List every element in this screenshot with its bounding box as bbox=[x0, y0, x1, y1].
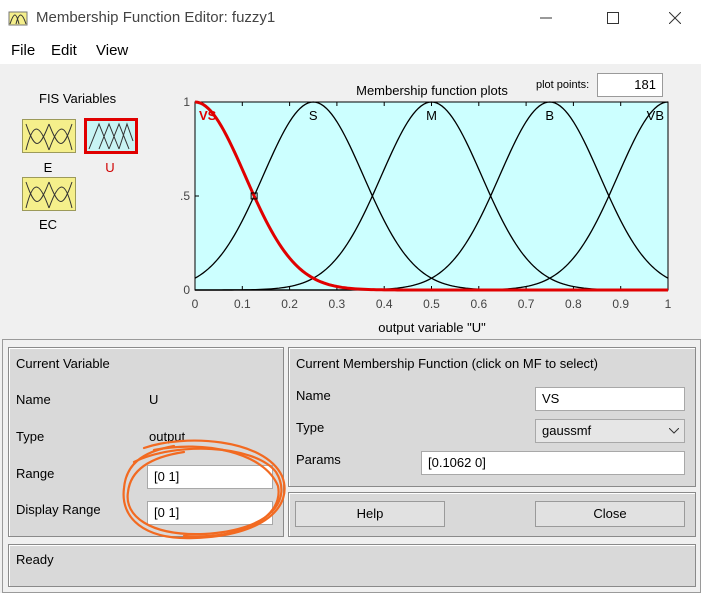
x-tick-label: 0.5 bbox=[423, 297, 440, 311]
mf-label-vs[interactable]: VS bbox=[199, 108, 217, 123]
mf-label-s[interactable]: S bbox=[309, 108, 318, 123]
mf-name-label: Name bbox=[296, 388, 331, 403]
annotation-circle bbox=[122, 439, 286, 540]
x-tick-label: 0.6 bbox=[470, 297, 487, 311]
matlab-app-icon bbox=[8, 8, 28, 28]
params-input[interactable]: [0.1062 0] bbox=[421, 451, 685, 475]
help-button[interactable]: Help bbox=[295, 501, 445, 527]
mf-type-value: gaussmf bbox=[542, 423, 592, 438]
y-tick-label: 0 bbox=[183, 283, 190, 297]
params-label: Params bbox=[296, 452, 341, 467]
variable-e-label: E bbox=[43, 160, 53, 175]
x-axis-label: output variable "U" bbox=[378, 320, 486, 335]
minimize-icon[interactable] bbox=[523, 0, 569, 36]
mf-shape-icon bbox=[25, 123, 73, 151]
membership-function-plot[interactable]: Membership function plots 0 0.1 0.2 0.3 0.4 0… bbox=[180, 72, 690, 340]
variable-u-box[interactable] bbox=[84, 118, 138, 154]
close-icon[interactable] bbox=[652, 0, 698, 36]
mf-shape-icon bbox=[88, 122, 134, 150]
mf-type-label: Type bbox=[296, 420, 325, 435]
current-variable-title: Current Variable bbox=[16, 356, 110, 371]
x-tick-label: 0.8 bbox=[565, 297, 582, 311]
x-tick-label: 0.2 bbox=[281, 297, 298, 311]
y-tick-label: 0.5 bbox=[180, 189, 190, 203]
plot-title: Membership function plots bbox=[356, 83, 508, 98]
x-tick-label: 0.9 bbox=[612, 297, 629, 311]
status-text: Ready bbox=[16, 552, 54, 567]
fis-variables-title: FIS Variables bbox=[39, 91, 117, 106]
chevron-down-icon[interactable] bbox=[665, 421, 683, 441]
variable-e-box[interactable] bbox=[22, 119, 76, 153]
menu-edit[interactable]: Edit bbox=[51, 42, 77, 59]
x-tick-label: 0.4 bbox=[376, 297, 393, 311]
x-tick-label: 0.3 bbox=[329, 297, 346, 311]
plot-area[interactable] bbox=[194, 101, 669, 291]
window-title: Membership Function Editor: fuzzy1 bbox=[36, 9, 276, 26]
mf-label-vb[interactable]: VB bbox=[647, 108, 664, 123]
menu-view[interactable]: View bbox=[96, 42, 128, 59]
mf-type-select[interactable]: gaussmf bbox=[535, 419, 685, 443]
x-tick-label: 0 bbox=[192, 297, 199, 311]
current-mf-title: Current Membership Function (click on MF… bbox=[296, 356, 598, 371]
mf-name-input[interactable]: VS bbox=[535, 387, 685, 411]
mf-shape-icon bbox=[25, 181, 73, 209]
x-tick-label: 1 bbox=[665, 297, 672, 311]
mf-label-m[interactable]: M bbox=[426, 108, 437, 123]
x-tick-label: 0.1 bbox=[234, 297, 251, 311]
range-label: Range bbox=[16, 466, 55, 481]
x-tick-label: 0.7 bbox=[518, 297, 535, 311]
variable-ec-label: EC bbox=[38, 217, 58, 232]
variable-type-label: Type bbox=[16, 429, 45, 444]
variable-name-label: Name bbox=[16, 392, 51, 407]
y-tick-label: 1 bbox=[183, 95, 190, 109]
mf-label-b[interactable]: B bbox=[545, 108, 554, 123]
variable-ec-box[interactable] bbox=[22, 177, 76, 211]
status-panel bbox=[8, 544, 696, 587]
close-button[interactable]: Close bbox=[535, 501, 685, 527]
maximize-icon[interactable] bbox=[590, 0, 636, 36]
variable-u-label: U bbox=[105, 160, 115, 175]
variable-name-value: U bbox=[149, 392, 159, 407]
display-range-label: Display Range bbox=[16, 502, 101, 517]
menu-file[interactable]: File bbox=[11, 42, 35, 59]
